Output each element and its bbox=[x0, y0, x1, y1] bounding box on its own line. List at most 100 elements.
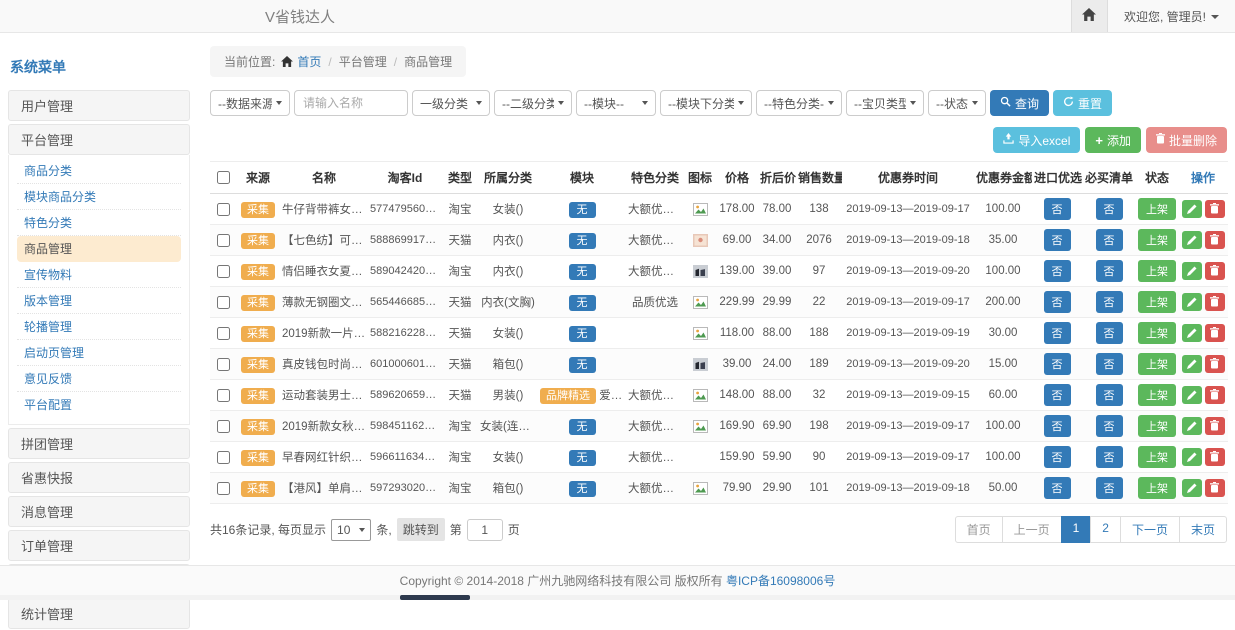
edit-button[interactable] bbox=[1182, 417, 1202, 435]
row-checkbox[interactable] bbox=[217, 265, 230, 278]
row-checkbox[interactable] bbox=[217, 482, 230, 495]
sidebar-item[interactable]: 特色分类 bbox=[17, 210, 181, 236]
per-page-select[interactable]: 10 bbox=[331, 519, 371, 541]
product-name-input[interactable] bbox=[294, 90, 408, 116]
page-button-4[interactable]: 下一页 bbox=[1120, 516, 1180, 543]
status-toggle[interactable]: 上架 bbox=[1138, 446, 1176, 468]
page-number-input[interactable] bbox=[467, 519, 503, 541]
row-checkbox[interactable] bbox=[217, 234, 230, 247]
home-button[interactable] bbox=[1071, 0, 1108, 32]
sidebar-item[interactable]: 轮播管理 bbox=[17, 314, 181, 340]
delete-button[interactable] bbox=[1205, 417, 1225, 435]
filter-select-level2-category[interactable]: --二级分类-- bbox=[494, 90, 572, 116]
edit-button[interactable] bbox=[1182, 200, 1202, 218]
page-button-1[interactable]: 上一页 bbox=[1002, 516, 1062, 543]
row-checkbox[interactable] bbox=[217, 327, 230, 340]
must-buy-toggle[interactable]: 否 bbox=[1096, 415, 1123, 437]
sidebar-item[interactable]: 商品分类 bbox=[17, 158, 181, 184]
import-select-toggle[interactable]: 否 bbox=[1044, 415, 1071, 437]
status-toggle[interactable]: 上架 bbox=[1138, 477, 1176, 499]
delete-button[interactable] bbox=[1205, 262, 1225, 280]
status-toggle[interactable]: 上架 bbox=[1138, 198, 1176, 220]
delete-button[interactable] bbox=[1205, 479, 1225, 497]
row-checkbox[interactable] bbox=[217, 451, 230, 464]
sidebar-group-header[interactable]: 消息管理 bbox=[8, 496, 190, 527]
sidebar-group-header[interactable]: 省惠快报 bbox=[8, 462, 190, 493]
import-select-toggle[interactable]: 否 bbox=[1044, 198, 1071, 220]
horizontal-scrollbar-thumb[interactable] bbox=[400, 595, 470, 600]
sidebar-group-header[interactable]: 平台管理 bbox=[8, 124, 190, 155]
delete-button[interactable] bbox=[1205, 293, 1225, 311]
sidebar-item[interactable]: 平台配置 bbox=[17, 392, 181, 418]
edit-button[interactable] bbox=[1182, 262, 1202, 280]
page-button-0[interactable]: 首页 bbox=[955, 516, 1003, 543]
edit-button[interactable] bbox=[1182, 293, 1202, 311]
filter-select-module-sub-category[interactable]: --模块下分类-- bbox=[660, 90, 752, 116]
breadcrumb-home-link[interactable]: 首页 bbox=[297, 53, 321, 70]
batch-delete-button[interactable]: 批量删除 bbox=[1146, 127, 1227, 153]
delete-button[interactable] bbox=[1205, 448, 1225, 466]
filter-select-item-type[interactable]: --宝贝类型-- bbox=[846, 90, 924, 116]
sidebar-group-header[interactable]: 拼团管理 bbox=[8, 428, 190, 459]
sidebar-group-header[interactable]: 订单管理 bbox=[8, 530, 190, 561]
must-buy-toggle[interactable]: 否 bbox=[1096, 477, 1123, 499]
filter-select-feature-category[interactable]: --特色分类-- bbox=[756, 90, 842, 116]
must-buy-toggle[interactable]: 否 bbox=[1096, 322, 1123, 344]
import-select-toggle[interactable]: 否 bbox=[1044, 322, 1071, 344]
page-button-2[interactable]: 2 bbox=[1090, 516, 1121, 543]
status-toggle[interactable]: 上架 bbox=[1138, 415, 1176, 437]
import-excel-button[interactable]: 导入excel bbox=[993, 127, 1080, 153]
edit-button[interactable] bbox=[1182, 479, 1202, 497]
sidebar-item[interactable]: 宣传物料 bbox=[17, 262, 181, 288]
status-toggle[interactable]: 上架 bbox=[1138, 384, 1176, 406]
must-buy-toggle[interactable]: 否 bbox=[1096, 446, 1123, 468]
import-select-toggle[interactable]: 否 bbox=[1044, 477, 1071, 499]
import-select-toggle[interactable]: 否 bbox=[1044, 446, 1071, 468]
status-toggle[interactable]: 上架 bbox=[1138, 291, 1176, 313]
jump-to-button[interactable]: 跳转到 bbox=[397, 518, 445, 541]
delete-button[interactable] bbox=[1205, 355, 1225, 373]
delete-button[interactable] bbox=[1205, 324, 1225, 342]
must-buy-toggle[interactable]: 否 bbox=[1096, 384, 1123, 406]
delete-button[interactable] bbox=[1205, 386, 1225, 404]
user-menu[interactable]: 欢迎您, 管理员! bbox=[1108, 8, 1235, 25]
sidebar-item-active[interactable]: 商品管理 bbox=[17, 236, 181, 262]
status-toggle[interactable]: 上架 bbox=[1138, 353, 1176, 375]
import-select-toggle[interactable]: 否 bbox=[1044, 260, 1071, 282]
must-buy-toggle[interactable]: 否 bbox=[1096, 260, 1123, 282]
status-toggle[interactable]: 上架 bbox=[1138, 322, 1176, 344]
row-checkbox[interactable] bbox=[217, 296, 230, 309]
select-all-checkbox[interactable] bbox=[217, 171, 230, 184]
filter-select-data-source[interactable]: --数据来源-- bbox=[210, 90, 290, 116]
sidebar-item[interactable]: 模块商品分类 bbox=[17, 184, 181, 210]
import-select-toggle[interactable]: 否 bbox=[1044, 384, 1071, 406]
status-toggle[interactable]: 上架 bbox=[1138, 260, 1176, 282]
sidebar-item[interactable]: 启动页管理 bbox=[17, 340, 181, 366]
import-select-toggle[interactable]: 否 bbox=[1044, 353, 1071, 375]
edit-button[interactable] bbox=[1182, 355, 1202, 373]
row-checkbox[interactable] bbox=[217, 203, 230, 216]
page-button-5[interactable]: 末页 bbox=[1179, 516, 1227, 543]
filter-select-status[interactable]: --状态-- bbox=[928, 90, 986, 116]
delete-button[interactable] bbox=[1205, 200, 1225, 218]
icp-link[interactable]: 粤ICP备16098006号 bbox=[726, 572, 835, 589]
filter-select-module[interactable]: --模块-- bbox=[576, 90, 656, 116]
status-toggle[interactable]: 上架 bbox=[1138, 229, 1176, 251]
reset-button[interactable]: 重置 bbox=[1053, 90, 1112, 116]
edit-button[interactable] bbox=[1182, 231, 1202, 249]
sidebar-item[interactable]: 意见反馈 bbox=[17, 366, 181, 392]
row-checkbox[interactable] bbox=[217, 420, 230, 433]
sidebar-group-header[interactable]: 统计管理 bbox=[8, 598, 190, 629]
must-buy-toggle[interactable]: 否 bbox=[1096, 198, 1123, 220]
edit-button[interactable] bbox=[1182, 448, 1202, 466]
sidebar-group-header[interactable]: 用户管理 bbox=[8, 90, 190, 121]
edit-button[interactable] bbox=[1182, 386, 1202, 404]
must-buy-toggle[interactable]: 否 bbox=[1096, 291, 1123, 313]
search-button[interactable]: 查询 bbox=[990, 90, 1049, 116]
add-button[interactable]: + 添加 bbox=[1085, 127, 1141, 153]
row-checkbox[interactable] bbox=[217, 358, 230, 371]
must-buy-toggle[interactable]: 否 bbox=[1096, 229, 1123, 251]
page-button-1[interactable]: 1 bbox=[1061, 516, 1092, 543]
import-select-toggle[interactable]: 否 bbox=[1044, 291, 1071, 313]
edit-button[interactable] bbox=[1182, 324, 1202, 342]
